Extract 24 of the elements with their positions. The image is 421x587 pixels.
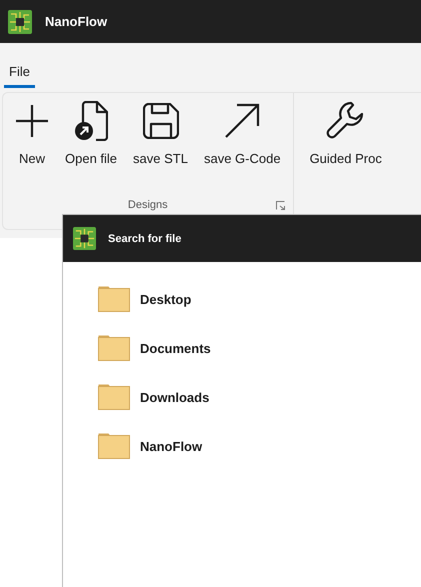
folder-icon[interactable]: [98, 384, 130, 410]
menu-tab[interactable]: File: [4, 64, 35, 88]
app-logo-icon: [73, 227, 96, 250]
folder-icon[interactable]: [98, 335, 130, 361]
dialog-title: Search for file: [108, 232, 182, 244]
folder-name[interactable]: Downloads: [140, 390, 210, 404]
ribbon-button[interactable]: save STL: [127, 97, 194, 168]
ribbon-button[interactable]: Open file: [59, 97, 124, 168]
folder-name[interactable]: Documents: [140, 340, 211, 356]
folder-icon[interactable]: [98, 433, 130, 459]
window-title: NanoFlow: [45, 14, 108, 29]
ribbon-button[interactable]: Guided Proc: [304, 97, 388, 168]
arrow-icon: [224, 103, 260, 139]
group-label: Designs: [128, 199, 168, 211]
dialog-launcher-icon[interactable]: [276, 201, 285, 210]
file-arrow-icon: [74, 101, 108, 141]
plus-icon: [15, 104, 49, 138]
folder-name[interactable]: NanoFlow: [140, 438, 202, 454]
app-logo-icon: [8, 10, 32, 34]
folder-name[interactable]: Desktop: [140, 292, 192, 306]
ribbon-button[interactable]: save G-Code: [198, 97, 287, 168]
wrench-icon: [326, 101, 366, 141]
ribbon-button[interactable]: New: [9, 97, 55, 168]
folder-icon[interactable]: [98, 286, 130, 312]
